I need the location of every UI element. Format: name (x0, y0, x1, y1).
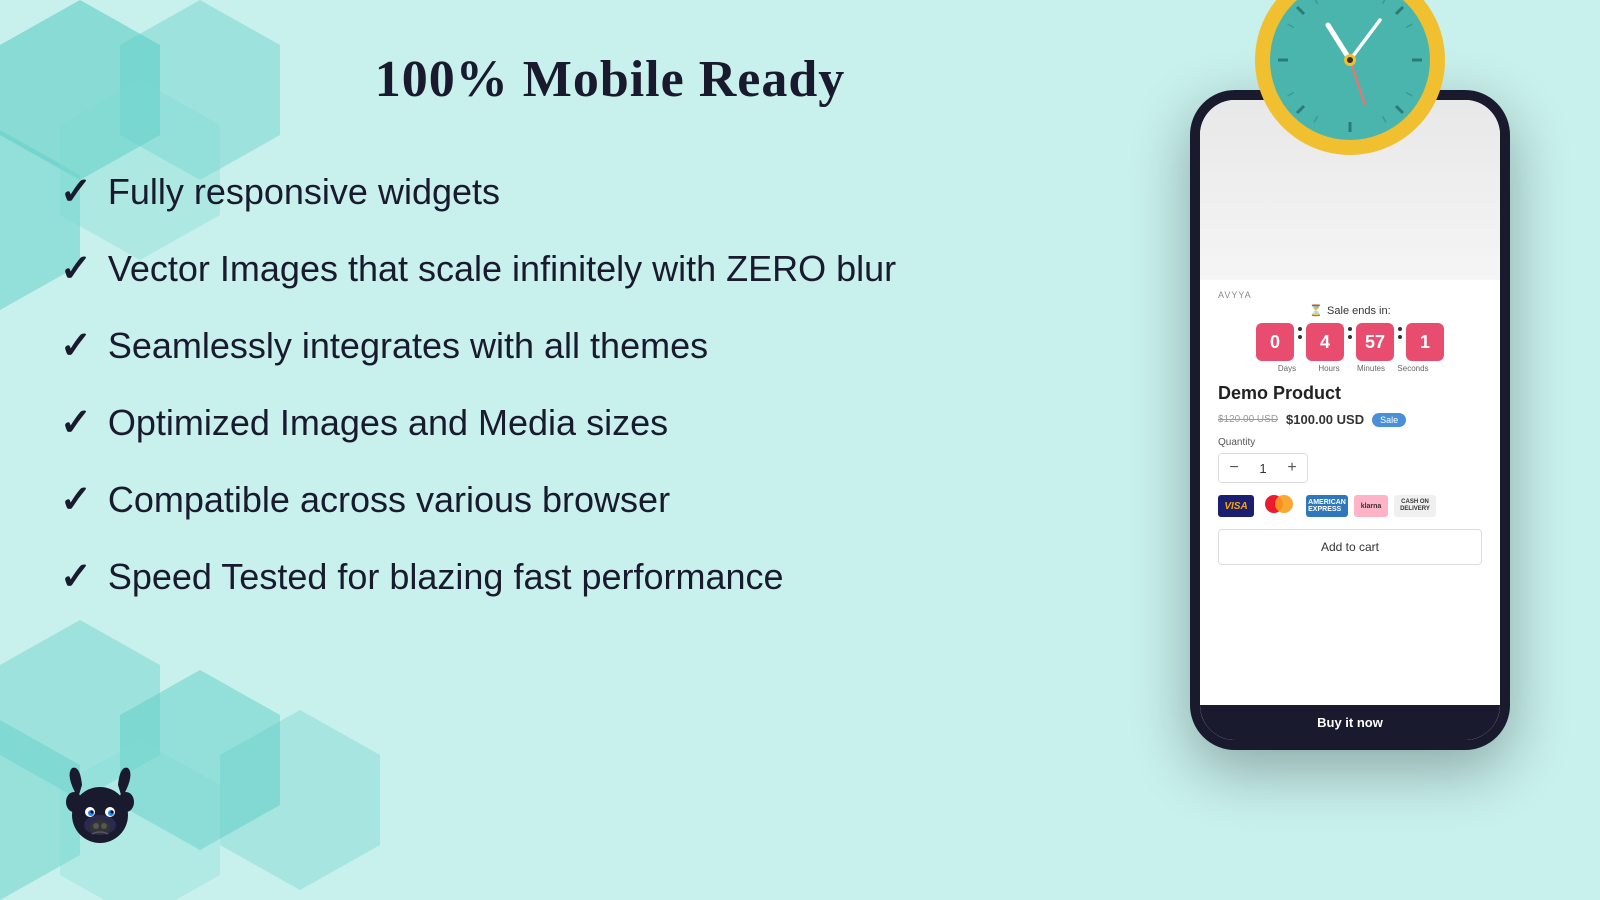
original-price: $120.00 USD (1218, 414, 1278, 425)
quantity-label: Quantity (1218, 437, 1482, 448)
feature-text-2: Vector Images that scale infinitely with… (108, 248, 896, 290)
amex-payment-icon: AMERICAN EXPRESS (1306, 495, 1348, 517)
countdown-hours: 4 (1306, 323, 1344, 361)
checkmark-icon-2: ✓ (60, 246, 92, 291)
quantity-control[interactable]: − 1 + (1218, 453, 1308, 483)
product-content: AVYYA ⏳ Sale ends in: 0 (1200, 280, 1500, 705)
buy-now-button[interactable]: Buy it now (1317, 715, 1383, 730)
clock-illustration (1250, 0, 1450, 160)
checkmark-icon-5: ✓ (60, 477, 92, 522)
sale-label: ⏳ Sale ends in: (1309, 304, 1390, 317)
separator-1 (1298, 327, 1302, 339)
feature-item-3: ✓ Seamlessly integrates with all themes (60, 323, 1160, 368)
countdown-boxes: 0 4 57 (1256, 323, 1444, 361)
feature-item-1: ✓ Fully responsive widgets (60, 169, 1160, 214)
countdown-seconds: 1 (1406, 323, 1444, 361)
countdown-labels: Days Hours Minutes Seconds (1268, 364, 1432, 373)
feature-text-6: Speed Tested for blazing fast performanc… (108, 556, 784, 598)
feature-text-5: Compatible across various browser (108, 479, 670, 521)
page-title: 100% Mobile Ready (60, 50, 1160, 109)
separator-3 (1398, 327, 1402, 339)
feature-list: ✓ Fully responsive widgets ✓ Vector Imag… (60, 169, 1160, 599)
minutes-label: Minutes (1352, 364, 1390, 373)
phone-mockup: AVYYA ⏳ Sale ends in: 0 (1170, 90, 1530, 810)
checkmark-icon-3: ✓ (60, 323, 92, 368)
product-name: Demo Product (1218, 383, 1482, 404)
visa-payment-icon: VISA (1218, 495, 1254, 517)
brand-label: AVYYA (1218, 290, 1482, 300)
quantity-decrease-button[interactable]: − (1219, 453, 1249, 483)
feature-text-4: Optimized Images and Media sizes (108, 402, 668, 444)
phone-side-button (1509, 220, 1510, 280)
cod-payment-icon: CASH ON DELIVERY (1394, 495, 1436, 517)
sale-price: $100.00 USD (1286, 412, 1364, 427)
mastercard-payment-icon (1260, 495, 1300, 517)
feature-item-6: ✓ Speed Tested for blazing fast performa… (60, 554, 1160, 599)
countdown-minutes: 57 (1356, 323, 1394, 361)
price-row: $120.00 USD $100.00 USD Sale (1218, 412, 1482, 427)
sale-badge: Sale (1372, 413, 1406, 427)
hourglass-icon: ⏳ (1309, 304, 1323, 317)
feature-item-5: ✓ Compatible across various browser (60, 477, 1160, 522)
checkmark-icon-4: ✓ (60, 400, 92, 445)
payment-icons: VISA AMERICAN EXPRESS klarna CASH ON DEL… (1218, 495, 1482, 517)
checkmark-icon-6: ✓ (60, 554, 92, 599)
separator-2 (1348, 327, 1352, 339)
quantity-increase-button[interactable]: + (1277, 453, 1307, 483)
phone-bottom-bar: Buy it now (1200, 705, 1500, 740)
feature-text-1: Fully responsive widgets (108, 171, 500, 213)
sale-countdown: ⏳ Sale ends in: 0 4 (1218, 304, 1482, 373)
feature-item-4: ✓ Optimized Images and Media sizes (60, 400, 1160, 445)
klarna-payment-icon: klarna (1354, 495, 1388, 517)
checkmark-icon-1: ✓ (60, 169, 92, 214)
bull-logo (50, 760, 150, 860)
add-to-cart-button[interactable]: Add to cart (1218, 529, 1482, 565)
seconds-label: Seconds (1394, 364, 1432, 373)
countdown-days: 0 (1256, 323, 1294, 361)
hours-label: Hours (1310, 364, 1348, 373)
phone-frame: AVYYA ⏳ Sale ends in: 0 (1190, 90, 1510, 750)
feature-text-3: Seamlessly integrates with all themes (108, 325, 708, 367)
phone-screen: AVYYA ⏳ Sale ends in: 0 (1200, 100, 1500, 740)
feature-item-2: ✓ Vector Images that scale infinitely wi… (60, 246, 1160, 291)
quantity-value: 1 (1249, 461, 1277, 476)
days-label: Days (1268, 364, 1306, 373)
